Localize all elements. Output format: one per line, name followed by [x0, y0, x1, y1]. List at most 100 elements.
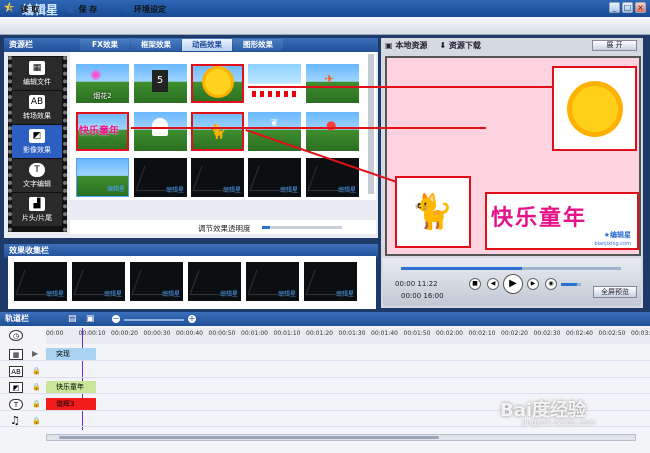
save-label: 保 存 — [78, 4, 98, 14]
effect-thumb-race[interactable] — [248, 64, 301, 103]
music-icon: ♫ — [10, 414, 20, 427]
settings-label: 环境设定 — [133, 4, 166, 14]
prev-frame-button[interactable]: ◀ — [487, 278, 499, 290]
minimize-button[interactable]: _ — [609, 2, 620, 13]
effect-thumb-sun[interactable] — [191, 64, 244, 103]
collection-slot[interactable]: 编辑星 — [130, 262, 183, 301]
ab-icon: AB — [29, 94, 45, 109]
volume-slider[interactable] — [561, 283, 581, 286]
fullscreen-preview-button[interactable]: 全屏预览 — [593, 286, 637, 298]
folder-icon: ▤ — [8, 3, 18, 15]
image-effect-icon: ◩ — [9, 382, 23, 393]
sidebar-item-image-effect[interactable]: ◩ 影像效果 — [12, 125, 62, 158]
ruler-tick-label: 00:02:00 — [436, 330, 463, 337]
sidebar-item-intro-outro[interactable]: ▟ 片头/片尾 — [12, 193, 62, 226]
effect-thumb-happy-childhood[interactable]: 快乐童年 — [76, 112, 129, 151]
tab-graphic[interactable]: 图形效果 — [233, 39, 283, 51]
tab-frame[interactable]: 框架效果 — [131, 39, 181, 51]
save-button[interactable]: ▣ 保 存 — [66, 2, 97, 16]
settings-button[interactable]: ⚙ 环境设定 — [122, 2, 166, 16]
effect-thumb-countdown[interactable]: 5 — [134, 64, 187, 103]
annotation-line — [248, 86, 553, 88]
image-clip[interactable]: 快乐童年 — [46, 381, 96, 393]
preview-title-box: 快乐童年 ★编辑星 bianjixing.com — [485, 192, 639, 250]
playback-progress[interactable] — [401, 267, 621, 270]
timeline-scrollbar[interactable] — [46, 434, 636, 441]
opacity-slider-fill — [262, 226, 270, 229]
opacity-slider[interactable] — [262, 226, 342, 229]
sun-icon — [572, 86, 618, 132]
collection-area: 编辑星 编辑星 编辑星 编辑星 编辑星 编辑星 — [8, 256, 376, 309]
track-folder-icon[interactable]: ▤ — [68, 314, 77, 324]
zoom-slider[interactable] — [124, 319, 184, 321]
tab-fx[interactable]: FX效果 — [80, 39, 130, 51]
track-header-label: 轨道栏 — [5, 314, 29, 323]
lock-icon[interactable]: 🔒 — [32, 367, 41, 375]
effect-thumb-field[interactable]: 编辑星 — [76, 158, 129, 197]
image-effect-icon: ◩ — [29, 128, 45, 143]
annotation-line — [131, 127, 486, 129]
timeline-ruler[interactable]: 00:00 00:00:10 00:00:20 00:00:30 00:00:40 00:… — [46, 328, 650, 344]
sidebar-item-transition[interactable]: AB 转场效果 — [12, 91, 62, 124]
sun-icon — [205, 69, 231, 95]
collection-slot[interactable]: 编辑星 — [14, 262, 67, 301]
volume-icon[interactable]: ◉ — [545, 278, 557, 290]
gear-icon: ⚙ — [122, 3, 131, 15]
effect-thumb-empty[interactable]: 编辑星 — [248, 158, 301, 197]
next-frame-button[interactable]: ▶ — [527, 278, 539, 290]
collection-slot[interactable]: 编辑星 — [188, 262, 241, 301]
watermark-label: 编辑星 — [103, 291, 122, 298]
film-icon: ▦ — [29, 60, 45, 75]
watermark-label: 编辑星 — [219, 291, 238, 298]
track-save-icon[interactable]: ▣ — [86, 314, 95, 324]
category-filmstrip: ▦ 编辑文件 AB 转场效果 ◩ 影像效果 T 文字编辑 ▟ 片头/片尾 — [8, 56, 67, 232]
sidebar-item-text-edit[interactable]: T 文字编辑 — [12, 159, 62, 192]
sidebar-item-edit-file[interactable]: ▦ 编辑文件 — [12, 57, 62, 90]
lock-icon[interactable]: 🔒 — [32, 417, 41, 425]
effect-thumb-birds[interactable]: ✈ — [306, 64, 359, 103]
stop-button[interactable]: ■ — [469, 278, 481, 290]
effect-clip[interactable]: 突现 — [46, 348, 96, 360]
maximize-button[interactable]: □ — [622, 2, 633, 13]
watermark-label: 编辑星 — [337, 187, 356, 194]
ruler-tick-label: 00:00:30 — [143, 330, 171, 337]
expand-track-icon[interactable]: ▶ — [32, 349, 38, 358]
ruler-tick-label: 00:02:40 — [566, 330, 593, 337]
effect-thumb-cat[interactable]: 🐈 — [191, 112, 244, 151]
lock-icon[interactable]: 🔒 — [32, 383, 41, 391]
effect-thumb-empty[interactable]: 编辑星 — [191, 158, 244, 197]
close-button[interactable]: × — [635, 2, 646, 13]
open-button[interactable]: ▤ 读 取 — [8, 2, 39, 16]
sidebar-item-label: 片头/片尾 — [21, 213, 53, 222]
zoom-in-icon[interactable]: + — [188, 315, 196, 323]
effect-thumb-balloons[interactable]: ● — [306, 112, 359, 151]
expand-button[interactable]: 展 开 — [592, 40, 637, 51]
zoom-out-icon[interactable]: − — [112, 315, 120, 323]
effect-thumb-empty[interactable]: 编辑星 — [306, 158, 359, 197]
effect-thumb-ghost[interactable] — [134, 112, 187, 151]
play-button[interactable]: ▶ — [503, 274, 523, 294]
collection-slot[interactable]: 编辑星 — [246, 262, 299, 301]
tab-resource-download[interactable]: ⬇ 资源下载 — [439, 40, 481, 51]
disk-icon: ▣ — [66, 3, 76, 15]
timeline-scroll-thumb[interactable] — [59, 436, 439, 439]
tab-local-resources[interactable]: ▣ 本地资源 — [385, 40, 427, 51]
preview-watermark: ★编辑星 — [603, 231, 631, 239]
lock-icon[interactable]: 🔒 — [32, 400, 41, 408]
track-row-transition — [0, 365, 650, 378]
tab-animation[interactable]: 动画效果 — [182, 39, 232, 51]
track-row-image — [0, 381, 650, 394]
preview-sun-box — [552, 66, 637, 151]
preview-tabs: ▣ 本地资源 ⬇ 资源下载 — [385, 38, 481, 53]
text-clip[interactable]: 谐辉3 — [46, 398, 96, 410]
opacity-slider-row: 调节效果透明度 — [70, 220, 376, 234]
thumb-title: 快乐童年 — [79, 126, 119, 137]
thumb-label: 烟花2 — [93, 92, 112, 100]
watermark-label: 编辑星 — [277, 291, 296, 298]
ruler-tick-label: 00:01:30 — [338, 330, 366, 337]
effect-thumb-empty[interactable]: 编辑星 — [134, 158, 187, 197]
collection-slot[interactable]: 编辑星 — [72, 262, 125, 301]
time-total: 00:00 16:00 — [401, 292, 444, 300]
effect-thumb-fireworks[interactable]: ✺ 烟花2 — [76, 64, 129, 103]
collection-slot[interactable]: 编辑星 — [304, 262, 357, 301]
